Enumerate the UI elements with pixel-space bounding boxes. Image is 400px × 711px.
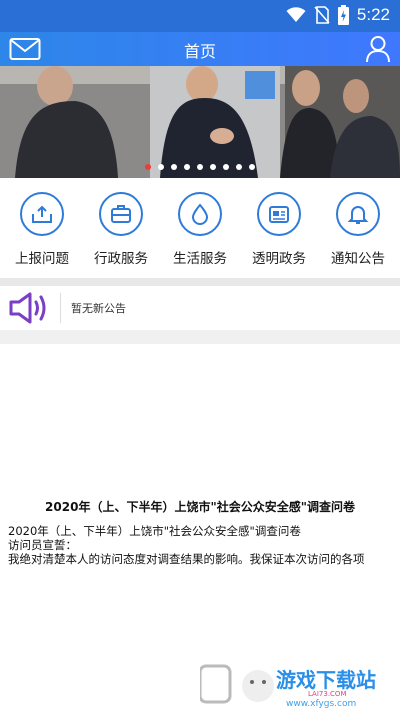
speaker-icon <box>9 292 46 324</box>
bell-icon <box>347 206 369 224</box>
banner-indicator <box>0 164 400 170</box>
service-label: 通知公告 <box>331 251 385 267</box>
article-line: 我绝对清楚本人的访问态度对调查结果的影响。我保证本次访问的各项 <box>8 552 365 566</box>
status-bar: 5:22 <box>0 0 400 32</box>
service-administrative[interactable]: 行政服务 <box>89 192 153 278</box>
user-icon <box>366 36 390 63</box>
banner-dot[interactable] <box>184 164 190 170</box>
newspaper-icon <box>269 206 289 223</box>
banner-dot[interactable] <box>171 164 177 170</box>
service-label: 生活服务 <box>173 251 227 267</box>
section-divider <box>0 330 400 344</box>
banner-dot[interactable] <box>210 164 216 170</box>
article-line: 访问员宣誓： <box>8 538 77 552</box>
service-label: 透明政务 <box>252 251 306 267</box>
site-watermark: 游戏下载站 LAI73.COM www.xfygs.com <box>200 664 376 708</box>
service-grid: 上报问题 行政服务 生活服务 透明政务 通知公告 <box>0 178 400 278</box>
watermark-text: 游戏下载站 <box>276 668 376 692</box>
briefcase-icon <box>111 205 131 223</box>
article-panel[interactable]: 2020年（上、下半年）上饶市"社会公众安全感"调查问卷 2020年（上、下半年… <box>0 344 400 711</box>
service-label: 行政服务 <box>94 251 148 267</box>
banner-dot[interactable] <box>223 164 229 170</box>
watermark-sub: LAI73.COM <box>308 690 346 698</box>
service-life[interactable]: 生活服务 <box>168 192 232 278</box>
status-time: 5:22 <box>356 5 390 24</box>
notice-divider <box>60 293 61 323</box>
notice-text: 暂无新公告 <box>71 302 126 315</box>
banner-dot[interactable] <box>236 164 242 170</box>
no-sim-icon <box>314 6 330 24</box>
article-title: 2020年（上、下半年）上饶市"社会公众安全感"调查问卷 <box>45 500 355 514</box>
banner-dot[interactable] <box>249 164 255 170</box>
service-label: 上报问题 <box>15 251 69 267</box>
user-button[interactable] <box>365 35 391 63</box>
app-header: 首页 <box>0 32 400 66</box>
battery-charging-icon <box>337 5 349 25</box>
water-drop-icon <box>191 203 209 225</box>
article-line: 2020年（上、下半年）上饶市"社会公众安全感"调查问卷 <box>8 524 301 538</box>
service-transparent-gov[interactable]: 透明政务 <box>247 192 311 278</box>
service-notice[interactable]: 通知公告 <box>326 192 390 278</box>
upload-tray-icon <box>32 205 52 223</box>
banner-carousel[interactable] <box>0 66 400 178</box>
article-body: 2020年（上、下半年）上饶市"社会公众安全感"调查问卷 访问员宣誓： 我绝对清… <box>8 524 398 566</box>
section-divider <box>0 278 400 286</box>
wifi-icon <box>286 7 306 22</box>
banner-dot[interactable] <box>145 164 151 170</box>
banner-photo <box>0 66 400 178</box>
notice-bar[interactable]: 暂无新公告 <box>0 286 400 330</box>
banner-dot[interactable] <box>158 164 164 170</box>
service-report-issue[interactable]: 上报问题 <box>10 192 74 278</box>
page-title: 首页 <box>183 42 216 61</box>
watermark-url: www.xfygs.com <box>286 699 356 708</box>
banner-dot[interactable] <box>197 164 203 170</box>
